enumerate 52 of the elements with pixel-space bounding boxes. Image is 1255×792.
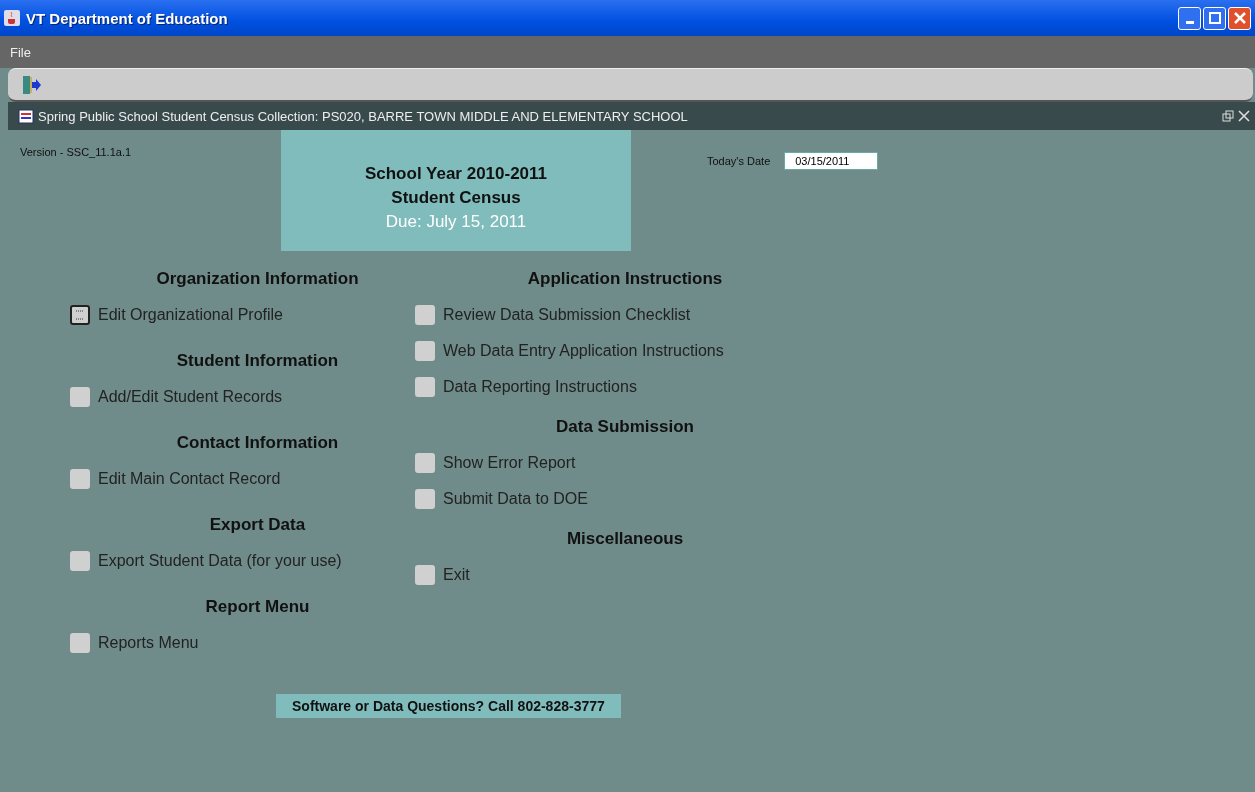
due-date: Due: July 15, 2011 <box>385 211 527 232</box>
frame-title: Spring Public School Student Census Collection: PS020, BARRE TOWN MIDDLE AND ELEMENTARY SCHOOL <box>38 108 689 124</box>
section-heading: Student Information <box>176 351 339 371</box>
option-label: Exit <box>443 566 470 584</box>
dotted-lines-icon <box>74 309 86 321</box>
option-label: Data Reporting Instructions <box>443 378 637 396</box>
close-button[interactable] <box>1228 6 1251 30</box>
version-label: Version - SSC_11.1a.1 <box>19 145 133 158</box>
maximize-icon <box>1208 12 1221 24</box>
option-label: Add/Edit Student Records <box>98 388 283 406</box>
banner-heading: School Year 2010-2011 <box>364 163 548 184</box>
section-heading: Export Data <box>209 515 306 535</box>
window-title: VT Department of Education <box>26 9 229 27</box>
maximize-button[interactable] <box>1203 6 1226 30</box>
section-heading: Data Submission <box>556 417 694 437</box>
menu-option[interactable]: Web Data Entry Application Instructions <box>415 333 835 369</box>
close-icon <box>1233 12 1246 24</box>
menu-option[interactable]: Review Data Submission Checklist <box>415 297 835 333</box>
date-label: Today's Date <box>707 155 771 167</box>
option-label: Web Data Entry Application Instructions <box>443 342 724 360</box>
section-heading: Organization Information <box>156 269 359 289</box>
flag-document-icon <box>18 108 34 124</box>
section-heading: Application Instructions <box>527 269 723 289</box>
option-label: Edit Organizational Profile <box>98 306 283 324</box>
menu-option[interactable]: Add/Edit Student Records <box>70 379 415 415</box>
exit-door-icon[interactable] <box>20 73 42 96</box>
option-label: Reports Menu <box>98 634 199 652</box>
section-heading: Miscellaneous <box>566 529 684 549</box>
menu-option[interactable]: Export Student Data (for your use) <box>70 543 415 579</box>
option-label: Edit Main Contact Record <box>98 470 281 488</box>
menu-option[interactable]: Edit Organizational Profile <box>70 297 415 333</box>
menu-option[interactable]: Show Error Report <box>415 445 835 481</box>
section-heading: Contact Information <box>176 433 339 453</box>
menu-option[interactable]: Reports Menu <box>70 625 415 661</box>
minimize-icon <box>1185 20 1194 24</box>
option-label: Review Data Submission Checklist <box>443 306 691 324</box>
banner-heading: Student Census <box>391 187 521 208</box>
menu-option[interactable]: Exit <box>415 557 835 593</box>
section-heading: Report Menu <box>205 597 310 617</box>
option-button[interactable] <box>70 305 90 325</box>
date-field[interactable]: 03/15/2011 <box>784 152 879 170</box>
restore-close-icon[interactable] <box>1221 109 1251 123</box>
menu-option[interactable]: Edit Main Contact Record <box>70 461 415 497</box>
option-label: Export Student Data (for your use) <box>98 552 342 570</box>
menu-item[interactable]: File <box>10 44 31 60</box>
option-label: Submit Data to DOE <box>443 490 588 508</box>
minimize-button[interactable] <box>1178 6 1201 30</box>
menu-option[interactable]: Data Reporting Instructions <box>415 369 835 405</box>
help-banner: Software or Data Questions? Call 802-828-3777 <box>276 694 621 718</box>
coffee-cup-icon <box>4 10 20 26</box>
menu-option[interactable]: Submit Data to DOE <box>415 481 835 517</box>
option-label: Show Error Report <box>443 454 576 472</box>
